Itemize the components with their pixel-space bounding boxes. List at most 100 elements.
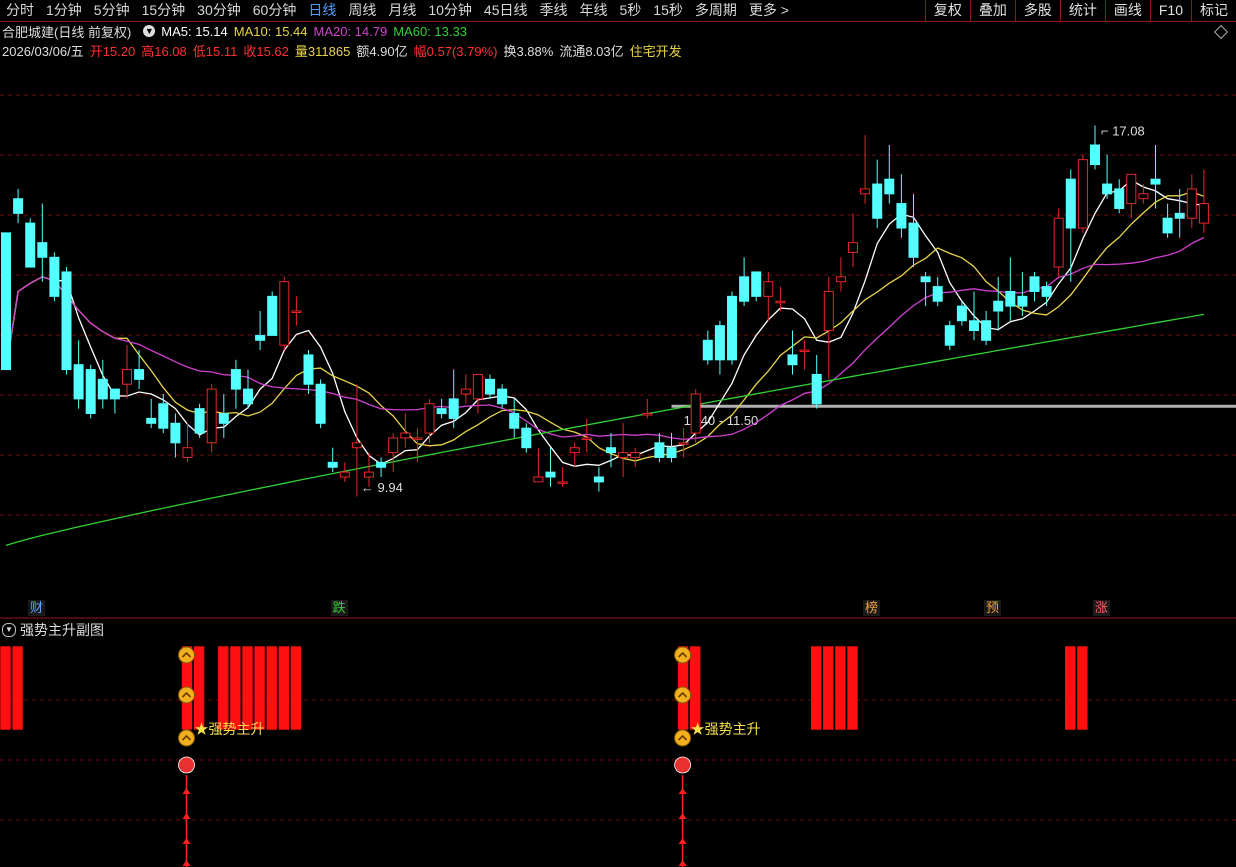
period-tab-6[interactable]: 日线 [302,0,342,21]
long-signal-icon [674,756,691,774]
event-marker-4[interactable]: 涨 [1092,600,1110,616]
period-tab-14[interactable]: 15秒 [647,0,689,21]
candle-body-83 [1005,290,1016,307]
candle-body-85 [1029,276,1040,292]
candle-body-53 [642,413,653,416]
candle-body-43 [521,427,532,449]
candle-body-91 [1102,183,1113,195]
period-tab-10[interactable]: 45日线 [478,0,534,21]
period-tab-3[interactable]: 15分钟 [136,0,192,21]
period-tab-2[interactable]: 5分钟 [88,0,136,21]
candle-body-99 [1198,203,1209,224]
period-tab-11[interactable]: 季线 [533,0,573,21]
period-tab-9[interactable]: 10分钟 [422,0,478,21]
low-price-label: ← 9.94 [361,480,403,495]
signal-label-0: ★强势主升 [195,721,265,737]
candle-body-50 [606,447,616,454]
candle-body-12 [146,417,157,424]
ma5-label: MA5: 15.14 [161,23,228,39]
period-tab-4[interactable]: 30分钟 [191,0,247,21]
tool-button-0[interactable]: 复权 [924,0,970,21]
signal-bar-12 [689,645,702,731]
candle-body-39 [472,373,483,400]
candle-body-71 [860,188,871,195]
candle-body-70 [848,242,858,253]
candle-body-24 [291,310,302,313]
period-tab-15[interactable]: 多周期 [689,0,743,21]
candle-body-68 [823,290,834,332]
candle-body-16 [194,408,205,434]
period-tab-7[interactable]: 周线 [342,0,382,21]
quote-high: 高16.08 [141,43,187,59]
candle-body-69 [835,276,846,283]
candle-body-84 [1017,295,1028,307]
candle-body-61 [739,276,750,302]
candle-body-1 [13,198,24,214]
candle-body-25 [303,354,314,385]
candle-body-2 [25,222,36,268]
event-marker-3[interactable]: 预 [984,600,1002,616]
tool-button-5[interactable]: F10 [1149,0,1191,21]
ma20-label: MA20: 14.79 [313,23,388,39]
candle-body-52 [630,452,641,458]
quote-bar: 2026/03/06/五 开15.20 高16.08 低15.11 收15.62… [2,41,688,59]
quote-date: 2026/03/06/五 [2,43,84,59]
settings-icon[interactable]: ▼ [143,25,156,37]
tool-button-1[interactable]: 叠加 [969,0,1015,21]
event-marker-2[interactable]: 榜 [863,600,881,616]
candle-body-9 [109,388,120,400]
ma60-line [5,313,1205,547]
up-chevron-icon [178,686,195,704]
candle-body-80 [969,320,979,332]
candle-body-27 [327,461,338,468]
candle-body-79 [956,305,967,322]
ma10-label: MA10: 15.44 [233,23,308,39]
candle-body-77 [932,286,943,302]
subchart-header: ▼ 强势主升副图 [0,620,104,640]
period-tab-0[interactable]: 分时 [0,0,40,21]
tool-button-6[interactable]: 标记 [1191,0,1236,21]
period-tab-13[interactable]: 5秒 [613,0,647,21]
quote-low: 低15.11 [192,43,238,59]
candle-body-63 [763,281,774,297]
ma5-line [5,179,1205,467]
candle-body-40 [485,378,495,395]
stock-header: 合肥城建(日线 前复权) ▼ MA5: 15.14 MA10: 15.44 MA… [2,22,473,40]
candle-body-55 [666,447,677,458]
tool-button-3[interactable]: 统计 [1059,0,1105,21]
candle-body-14 [170,422,181,444]
candle-body-23 [279,281,290,346]
candle-body-35 [424,403,435,434]
tool-button-4[interactable]: 画线 [1104,0,1150,21]
event-marker-1[interactable]: 跌 [330,600,348,616]
tool-button-2[interactable]: 多股 [1014,0,1060,21]
quote-sector: 住宅开发 [629,43,682,59]
candle-body-78 [944,325,955,346]
period-tabs: 分时 1分钟 5分钟 15分钟 30分钟 60分钟 日线 周线 月线 10分钟 45日线 季线 年线 5秒… [0,0,795,21]
signal-bar-9 [277,645,290,731]
candle-body-7 [85,369,96,415]
quote-close: 收15.62 [243,43,289,59]
event-marker-0[interactable]: 财 [28,600,46,616]
signal-bar-18 [1076,645,1089,731]
kline-chart[interactable]: 11.40 - 11.50⌐ 17.08← 9.94★强势主升 ★强势主升 [0,60,1236,867]
candle-body-28 [339,471,350,478]
up-arrow-icon [678,838,687,844]
period-tab-12[interactable]: 年线 [573,0,613,21]
candle-body-36 [436,408,447,415]
candle-body-45 [545,471,556,478]
period-tab-5[interactable]: 60分钟 [247,0,303,21]
expand-icon[interactable] [1213,24,1229,40]
period-tab-8[interactable]: 月线 [382,0,422,21]
candle-body-21 [255,334,266,341]
candle-body-10 [122,369,132,385]
candle-body-82 [993,300,1004,312]
candle-body-76 [920,276,931,283]
period-tab-1[interactable]: 1分钟 [40,0,88,21]
collapse-icon[interactable]: ▼ [2,623,16,637]
period-tab-16[interactable]: 更多 > [743,0,795,21]
signal-bar-8 [265,645,278,731]
up-arrow-icon [182,788,191,794]
candle-body-46 [557,481,568,484]
up-chevron-icon [178,646,195,664]
